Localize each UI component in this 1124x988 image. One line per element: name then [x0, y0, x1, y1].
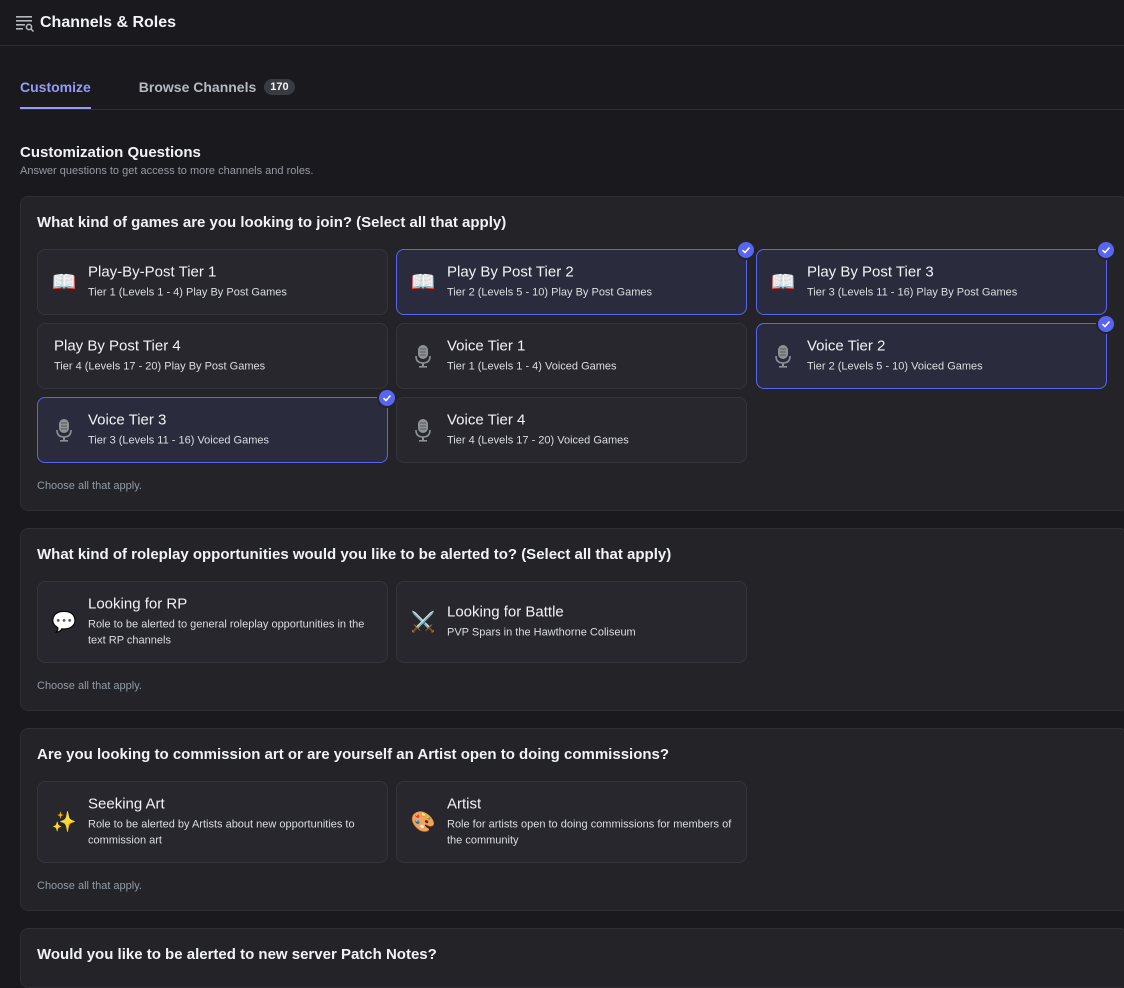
option-artist[interactable]: 🎨 Artist Role for artists open to doing … — [396, 781, 747, 863]
option-name: Looking for RP — [88, 595, 188, 613]
tab-customize-label: Customize — [20, 79, 91, 95]
checkmark-icon — [736, 240, 756, 260]
microphone-icon — [411, 344, 435, 368]
option-description: Role to be alerted by Artists about new … — [88, 818, 355, 847]
section-title: Customization Questions — [20, 144, 201, 161]
option-description: Tier 3 (Levels 11 - 16) Voiced Games — [88, 434, 269, 447]
speech-bubble-icon: 💬 — [51, 611, 77, 634]
option-description: Tier 4 (Levels 17 - 20) Play By Post Gam… — [54, 360, 266, 373]
option-looking-for-battle[interactable]: ⚔️ Looking for Battle PVP Spars in the H… — [396, 581, 747, 663]
microphone-icon — [411, 418, 435, 442]
question-hint: Choose all that apply. — [37, 480, 142, 492]
option-voice-tier-4[interactable]: Voice Tier 4 Tier 4 (Levels 17 - 20) Voi… — [396, 397, 747, 463]
option-play-by-post-tier-3[interactable]: 📖 Play By Post Tier 3 Tier 3 (Levels 11 … — [756, 240, 1116, 315]
tab-browse-channels[interactable]: Browse Channels 170 — [139, 68, 295, 109]
option-play-by-post-tier-1[interactable]: 📖 Play-By-Post Tier 1 Tier 1 (Levels 1 -… — [37, 249, 388, 315]
microphone-icon — [771, 344, 795, 368]
tab-browse-channels-label: Browse Channels — [138, 79, 257, 95]
option-play-by-post-tier-4[interactable]: Play By Post Tier 4 Tier 4 (Levels 17 - … — [37, 323, 388, 389]
option-voice-tier-2[interactable]: Voice Tier 2 Tier 2 (Levels 5 - 10) Voic… — [756, 314, 1116, 389]
open-book-icon: 📖 — [770, 271, 796, 294]
checkmark-icon — [1096, 240, 1116, 260]
option-name: Looking for Battle — [447, 603, 564, 621]
option-name: Play By Post Tier 4 — [54, 337, 181, 355]
option-description: PVP Spars in the Hawthorne Coliseum — [447, 626, 636, 639]
question-card-art: Are you looking to commission art or are… — [20, 728, 1124, 911]
question-card-patch-notes: Would you like to be alerted to new serv… — [20, 928, 1124, 988]
option-name: Artist — [447, 795, 482, 813]
header: Channels & Roles — [0, 0, 1124, 46]
option-name: Voice Tier 2 — [807, 337, 886, 355]
option-play-by-post-tier-2[interactable]: 📖 Play By Post Tier 2 Tier 2 (Levels 5 -… — [396, 240, 756, 315]
question-hint: Choose all that apply. — [37, 880, 142, 892]
channel-count-badge: 170 — [264, 79, 295, 95]
question-title: Would you like to be alerted to new serv… — [37, 946, 437, 963]
option-description: Tier 1 (Levels 1 - 4) Voiced Games — [447, 360, 617, 373]
question-card-games: What kind of games are you looking to jo… — [20, 196, 1124, 511]
option-name: Play-By-Post Tier 1 — [88, 263, 217, 281]
checkmark-icon — [377, 388, 397, 408]
option-name: Voice Tier 4 — [447, 411, 526, 429]
checkmark-icon — [1096, 314, 1116, 334]
option-voice-tier-1[interactable]: Voice Tier 1 Tier 1 (Levels 1 - 4) Voice… — [396, 323, 747, 389]
option-description: Tier 3 (Levels 11 - 16) Play By Post Gam… — [807, 286, 1018, 299]
microphone-icon — [52, 418, 76, 442]
option-name: Play By Post Tier 3 — [807, 263, 934, 281]
option-description: Tier 2 (Levels 5 - 10) Voiced Games — [807, 360, 983, 373]
open-book-icon: 📖 — [51, 271, 77, 294]
option-seeking-art[interactable]: ✨ Seeking Art Role to be alerted by Arti… — [37, 781, 388, 863]
tab-bar: Customize Browse Channels 170 — [20, 68, 1124, 110]
question-hint: Choose all that apply. — [37, 680, 142, 692]
sparkles-icon: ✨ — [51, 811, 77, 834]
option-voice-tier-3[interactable]: Voice Tier 3 Tier 3 (Levels 11 - 16) Voi… — [37, 388, 397, 463]
channels-list-icon — [16, 14, 34, 32]
option-name: Voice Tier 3 — [88, 411, 167, 429]
question-title: What kind of roleplay opportunities woul… — [37, 546, 672, 563]
question-card-roleplay: What kind of roleplay opportunities woul… — [20, 528, 1124, 711]
crossed-swords-icon: ⚔️ — [410, 611, 436, 634]
option-looking-for-rp[interactable]: 💬 Looking for RP Role to be alerted to g… — [37, 581, 388, 663]
option-description: Tier 4 (Levels 17 - 20) Voiced Games — [447, 434, 629, 447]
question-title: What kind of games are you looking to jo… — [37, 214, 507, 231]
palette-icon: 🎨 — [410, 811, 436, 834]
page-title: Channels & Roles — [40, 13, 177, 31]
option-name: Play By Post Tier 2 — [447, 263, 574, 281]
option-description: Tier 1 (Levels 1 - 4) Play By Post Games — [88, 286, 287, 299]
option-name: Seeking Art — [88, 795, 165, 813]
option-description: Tier 2 (Levels 5 - 10) Play By Post Game… — [447, 286, 652, 299]
option-description: Role to be alerted to general roleplay o… — [88, 618, 365, 647]
question-title: Are you looking to commission art or are… — [37, 746, 670, 763]
section-subtitle: Answer questions to get access to more c… — [20, 165, 314, 177]
option-description: Role for artists open to doing commissio… — [447, 818, 732, 847]
option-name: Voice Tier 1 — [447, 337, 526, 355]
open-book-icon: 📖 — [410, 271, 436, 294]
tab-customize[interactable]: Customize — [20, 68, 91, 109]
